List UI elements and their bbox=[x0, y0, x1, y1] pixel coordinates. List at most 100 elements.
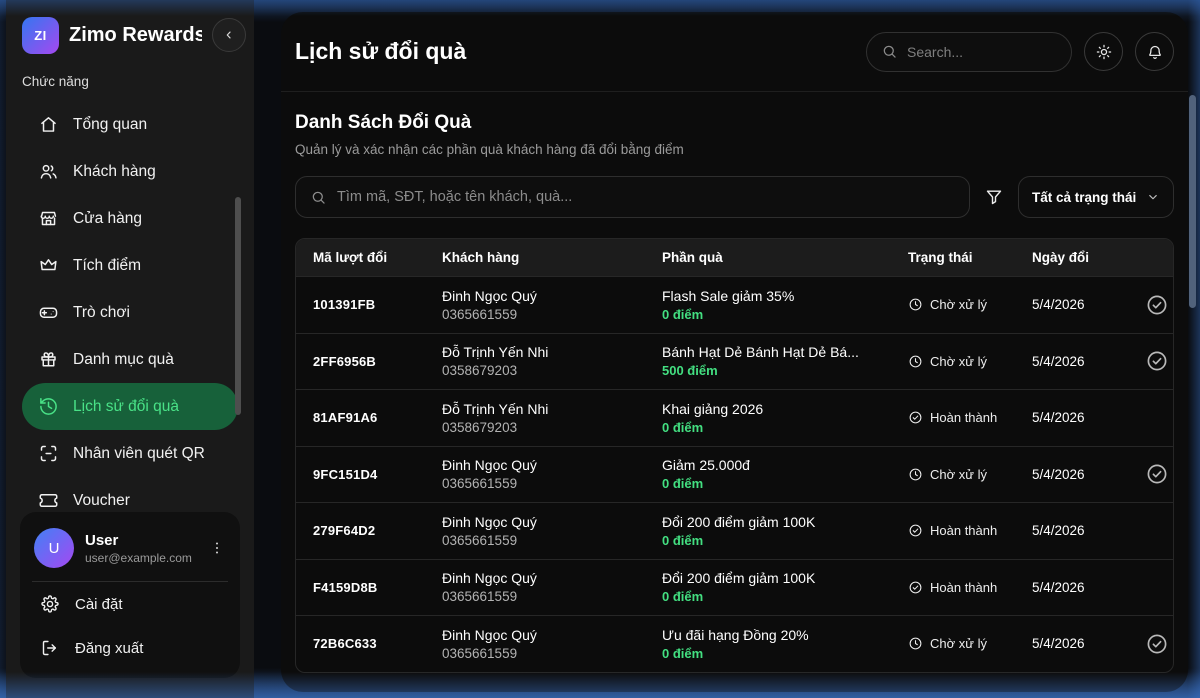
user-menu-button[interactable] bbox=[208, 539, 226, 557]
status-badge: Hoàn thành bbox=[908, 580, 1032, 595]
status-badge: Hoàn thành bbox=[908, 410, 1032, 425]
redeem-date: 5/4/2026 bbox=[1032, 354, 1141, 369]
app-logo: ZI bbox=[22, 17, 59, 54]
sidebar-item-crown[interactable]: Tích điểm bbox=[22, 242, 238, 289]
clock-icon bbox=[908, 467, 923, 482]
customer-phone: 0365661559 bbox=[442, 476, 662, 491]
logout-item[interactable]: Đăng xuất bbox=[32, 626, 228, 670]
customer-name: Đinh Ngọc Quý bbox=[442, 514, 662, 530]
sidebar-item-store[interactable]: Cửa hàng bbox=[22, 195, 238, 242]
gift-name: Đổi 200 điểm giảm 100K bbox=[662, 570, 908, 586]
sidebar-item-qr-scan[interactable]: Nhân viên quét QR bbox=[22, 430, 238, 477]
status-filter-dropdown[interactable]: Tất cả trạng thái bbox=[1018, 176, 1174, 218]
content-area: Danh Sách Đổi Quà Quản lý và xác nhận cá… bbox=[281, 92, 1188, 673]
customer-phone: 0365661559 bbox=[442, 307, 662, 322]
table-search bbox=[295, 176, 970, 218]
customer-name: Đinh Ngọc Quý bbox=[442, 457, 662, 473]
app-root: ZI Zimo Rewards... Chức năng Tổng quan K… bbox=[0, 0, 1200, 698]
status-label: Chờ xử lý bbox=[930, 467, 987, 482]
sidebar-item-users[interactable]: Khách hàng bbox=[22, 148, 238, 195]
status-badge: Chờ xử lý bbox=[908, 467, 1032, 482]
gift-points: 0 điểm bbox=[662, 589, 908, 604]
table-row[interactable]: 2FF6956B Đỗ Trịnh Yến Nhi 0358679203 Bán… bbox=[296, 333, 1173, 390]
filter-button[interactable] bbox=[982, 187, 1006, 207]
gift-name: Flash Sale giảm 35% bbox=[662, 288, 908, 304]
table-row[interactable]: F4159D8B Đinh Ngọc Quý 0365661559 Đổi 20… bbox=[296, 559, 1173, 616]
redeem-date: 5/4/2026 bbox=[1032, 523, 1141, 538]
sidebar-item-gift[interactable]: Danh mục quà bbox=[22, 336, 238, 383]
col-code: Mã lượt đổi bbox=[296, 250, 442, 265]
chevron-down-icon bbox=[1146, 190, 1160, 204]
sidebar-item-label: Danh mục quà bbox=[73, 351, 174, 369]
funnel-icon bbox=[984, 187, 1004, 207]
confirm-button[interactable] bbox=[1145, 632, 1169, 656]
main-scrollbar[interactable] bbox=[1189, 95, 1196, 308]
customer-name: Đinh Ngọc Quý bbox=[442, 570, 662, 586]
global-search-input[interactable] bbox=[907, 44, 1057, 60]
col-gift: Phần quà bbox=[662, 250, 908, 265]
status-label: Chờ xử lý bbox=[930, 636, 987, 651]
list-heading: Danh Sách Đổi Quà bbox=[295, 112, 1174, 134]
check-circle-icon bbox=[908, 410, 923, 425]
sidebar-item-history[interactable]: Lịch sử đổi quà bbox=[22, 383, 238, 430]
gift-name: Đổi 200 điểm giảm 100K bbox=[662, 514, 908, 530]
redemption-code: 72B6C633 bbox=[296, 636, 442, 651]
sidebar-scrollbar[interactable] bbox=[235, 197, 241, 415]
crown-icon bbox=[38, 255, 59, 276]
settings-item[interactable]: Cài đặt bbox=[32, 582, 228, 626]
col-date: Ngày đổi bbox=[1032, 250, 1141, 265]
confirm-button[interactable] bbox=[1145, 293, 1169, 317]
status-label: Hoàn thành bbox=[930, 523, 997, 538]
home-icon bbox=[38, 114, 59, 135]
status-filter-value: Tất cả trạng thái bbox=[1032, 190, 1136, 205]
gift-icon bbox=[38, 349, 59, 370]
customer-phone: 0365661559 bbox=[442, 646, 662, 661]
redemptions-table: Mã lượt đổi Khách hàng Phần quà Trạng th… bbox=[295, 238, 1174, 673]
table-row[interactable]: 279F64D2 Đinh Ngọc Quý 0365661559 Đổi 20… bbox=[296, 502, 1173, 559]
sidebar-item-gamepad[interactable]: Trò chơi bbox=[22, 289, 238, 336]
logout-label: Đăng xuất bbox=[75, 640, 143, 657]
gift-name: Giảm 25.000đ bbox=[662, 457, 908, 473]
logout-icon bbox=[40, 638, 60, 658]
gift-points: 0 điểm bbox=[662, 307, 908, 322]
notifications-button[interactable] bbox=[1135, 32, 1174, 71]
confirm-button[interactable] bbox=[1145, 349, 1169, 373]
table-row[interactable]: 9FC151D4 Đinh Ngọc Quý 0365661559 Giảm 2… bbox=[296, 446, 1173, 503]
user-email: user@example.com bbox=[85, 551, 192, 565]
kebab-icon bbox=[208, 539, 226, 557]
clock-icon bbox=[908, 297, 923, 312]
customer-phone: 0358679203 bbox=[442, 363, 662, 378]
table-search-input[interactable] bbox=[337, 189, 955, 205]
redeem-date: 5/4/2026 bbox=[1032, 580, 1141, 595]
sidebar-item-home[interactable]: Tổng quan bbox=[22, 101, 238, 148]
settings-label: Cài đặt bbox=[75, 596, 123, 613]
confirm-button[interactable] bbox=[1145, 462, 1169, 486]
redemption-code: 279F64D2 bbox=[296, 523, 442, 538]
page-header: Lịch sử đổi quà bbox=[281, 12, 1188, 92]
history-icon bbox=[38, 396, 59, 417]
customer-name: Đinh Ngọc Quý bbox=[442, 627, 662, 643]
customer-name: Đỗ Trịnh Yến Nhi bbox=[442, 344, 662, 360]
table-row[interactable]: 72B6C633 Đinh Ngọc Quý 0365661559 Ưu đãi… bbox=[296, 615, 1173, 672]
ticket-icon bbox=[38, 490, 59, 511]
sidebar-collapse-button[interactable] bbox=[212, 18, 246, 52]
sidebar-item-label: Cửa hàng bbox=[73, 210, 142, 228]
table-row[interactable]: 81AF91A6 Đỗ Trịnh Yến Nhi 0358679203 Kha… bbox=[296, 389, 1173, 446]
sidebar-item-label: Tổng quan bbox=[73, 116, 147, 134]
redemption-code: 101391FB bbox=[296, 297, 442, 312]
theme-toggle-button[interactable] bbox=[1084, 32, 1123, 71]
sidebar-nav: Tổng quan Khách hàng Cửa hàng Tích điểm … bbox=[6, 101, 254, 524]
page-title: Lịch sử đổi quà bbox=[295, 38, 466, 65]
gamepad-icon bbox=[38, 302, 59, 323]
gift-points: 500 điểm bbox=[662, 363, 908, 378]
users-icon bbox=[38, 161, 59, 182]
sidebar-section-label: Chức năng bbox=[6, 56, 254, 101]
sidebar-item-label: Tích điểm bbox=[73, 257, 141, 275]
check-circle-icon bbox=[1145, 293, 1169, 317]
redemption-code: 2FF6956B bbox=[296, 354, 442, 369]
gift-points: 0 điểm bbox=[662, 420, 908, 435]
user-row: U User user@example.com bbox=[32, 524, 228, 582]
col-status: Trạng thái bbox=[908, 250, 1032, 265]
table-row[interactable]: 101391FB Đinh Ngọc Quý 0365661559 Flash … bbox=[296, 276, 1173, 333]
list-subheading: Quản lý và xác nhận các phần quà khách h… bbox=[295, 142, 1174, 157]
